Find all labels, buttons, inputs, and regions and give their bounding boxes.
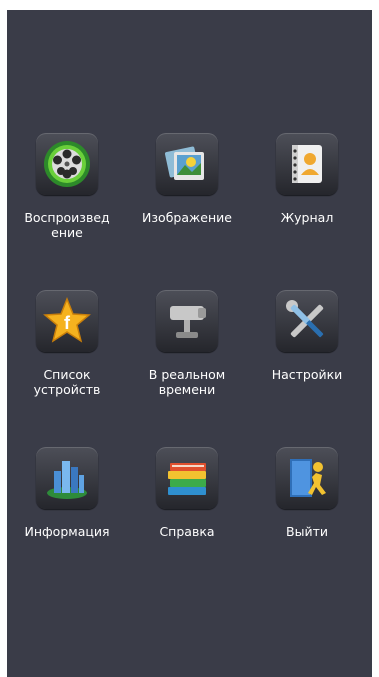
- books-icon: [156, 447, 218, 509]
- menu-item-label: Справка: [159, 524, 215, 539]
- menu-item-help[interactable]: Справка: [127, 444, 247, 584]
- contacts-book-icon: [276, 133, 338, 195]
- menu-item-label: Список устройств: [33, 367, 101, 397]
- menu-item-live-view[interactable]: В реальном времени: [127, 287, 247, 427]
- menu-item-label: Настройки: [271, 367, 343, 382]
- menu-item-label: Воспроизвед ение: [24, 210, 110, 240]
- menu-row: Информация Справка Выйти: [7, 444, 372, 601]
- menu-item-information[interactable]: Информация: [7, 444, 127, 584]
- film-reel-icon: [36, 133, 98, 195]
- main-menu-grid: Воспроизвед ение Изображение Журнал f Сп…: [7, 130, 372, 601]
- menu-item-playback[interactable]: Воспроизвед ение: [7, 130, 127, 270]
- menu-item-label: Журнал: [280, 210, 334, 225]
- menu-row: Воспроизвед ение Изображение Журнал: [7, 130, 372, 287]
- cctv-camera-icon: [156, 290, 218, 352]
- app-screen: Воспроизвед ение Изображение Журнал f Сп…: [7, 10, 372, 677]
- menu-item-settings[interactable]: Настройки: [247, 287, 367, 427]
- photos-icon: [156, 133, 218, 195]
- svg-text:f: f: [64, 313, 71, 333]
- menu-item-label: В реальном времени: [148, 367, 226, 397]
- menu-item-label: Выйти: [286, 524, 328, 539]
- menu-item-exit[interactable]: Выйти: [247, 444, 367, 584]
- city-buildings-icon: [36, 447, 98, 509]
- menu-item-device-list[interactable]: f Список устройств: [7, 287, 127, 427]
- wrench-screwdriver-icon: [276, 290, 338, 352]
- menu-item-images[interactable]: Изображение: [127, 130, 247, 270]
- menu-item-label: Изображение: [142, 210, 232, 225]
- menu-item-log[interactable]: Журнал: [247, 130, 367, 270]
- menu-item-label: Информация: [24, 524, 110, 539]
- exit-door-icon: [276, 447, 338, 509]
- menu-row: f Список устройств В реальном времени На…: [7, 287, 372, 444]
- star-favorite-icon: f: [36, 290, 98, 352]
